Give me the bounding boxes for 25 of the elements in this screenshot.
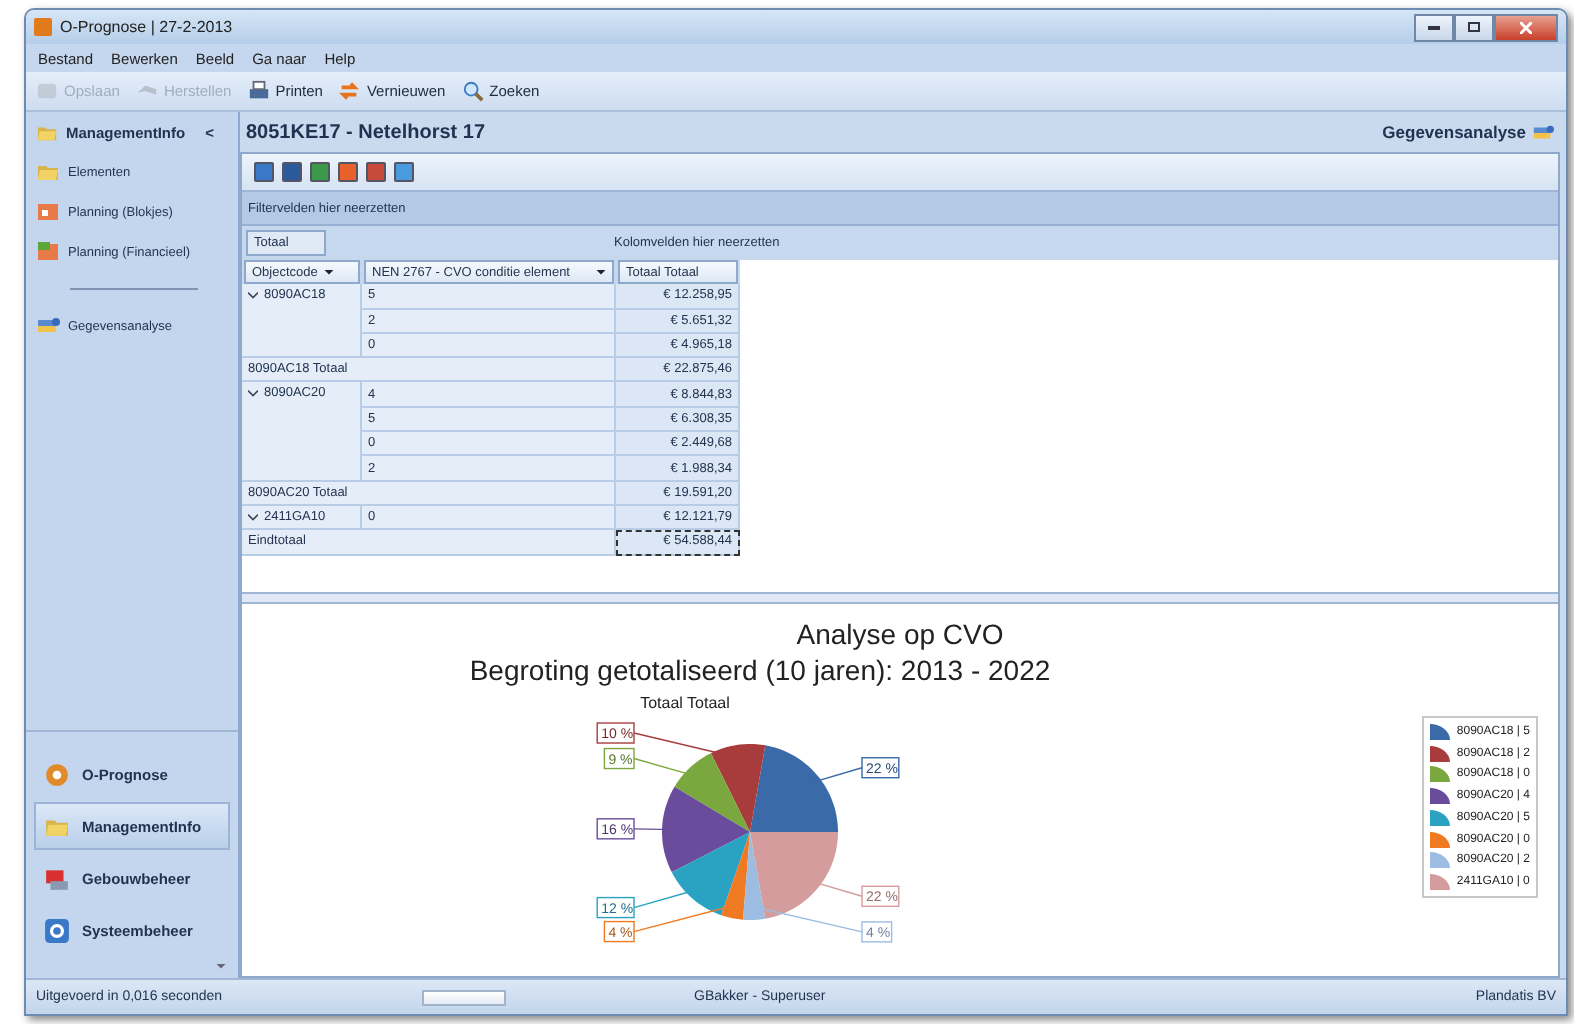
chevron-icon [248, 292, 258, 301]
page-title: 8051KE17 - Netelhorst 17 [246, 121, 486, 143]
chevron-icon [248, 513, 258, 522]
minimize-icon [1428, 25, 1440, 29]
pie-title: Totaal Totaal [640, 694, 732, 712]
folder-icon [36, 160, 60, 184]
search-icon [461, 80, 484, 102]
database-icon [36, 314, 60, 338]
app-icon [34, 18, 52, 36]
minimize-button[interactable] [1414, 13, 1454, 41]
gear-icon [44, 761, 70, 787]
chevron-down-icon[interactable] [216, 964, 226, 970]
section-title: Gegevensanalyse [1382, 122, 1526, 142]
maximize-icon [1468, 22, 1480, 32]
close-icon [1520, 21, 1532, 33]
database-icon [1532, 121, 1554, 143]
refresh-icon [338, 80, 361, 102]
caret-icon [596, 269, 606, 276]
chart-subtitle: Begroting getotaliseerd (10 jaren): 2013 - 2022 [469, 654, 1053, 686]
chevron-icon [248, 390, 258, 399]
caret-icon [323, 269, 334, 276]
close-button[interactable] [1494, 13, 1558, 41]
maximize-button[interactable] [1454, 13, 1494, 41]
window-title: O-Prognose | 27-2-2013 [60, 18, 233, 36]
chart-title: Analyse op CVO [796, 618, 1004, 650]
